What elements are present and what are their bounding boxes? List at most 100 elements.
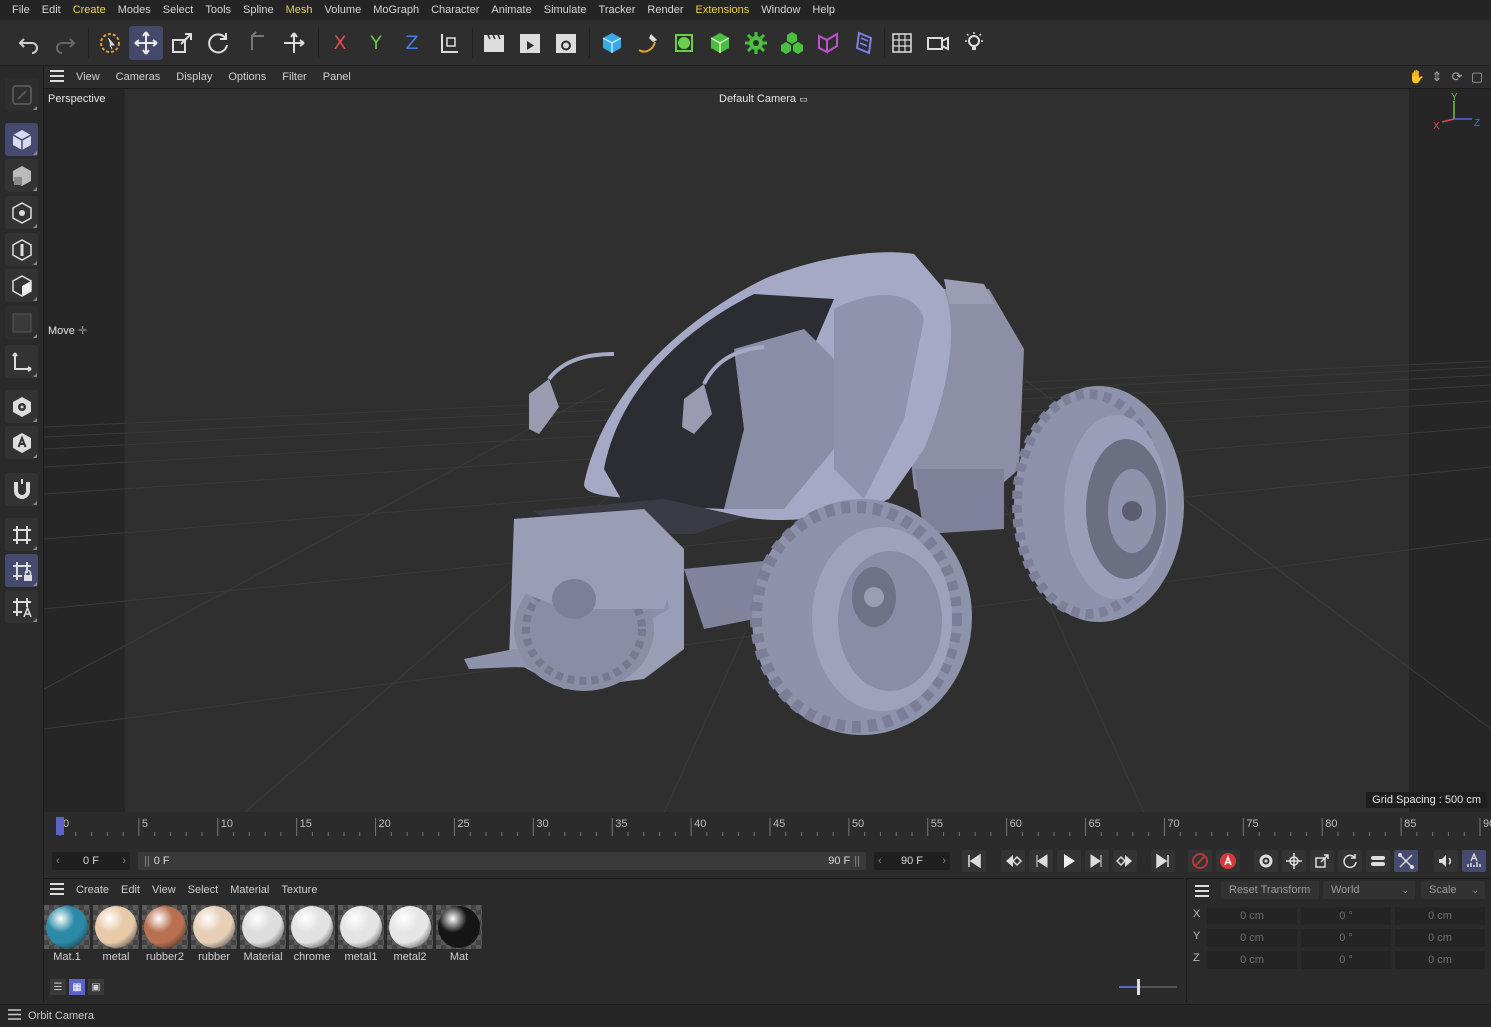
- large-view-icon[interactable]: ▣: [88, 979, 104, 995]
- dolly-arrows-icon[interactable]: ⇕: [1429, 69, 1445, 85]
- align-workplane-button[interactable]: [5, 590, 38, 623]
- material-menu-view[interactable]: View: [146, 884, 182, 896]
- rotate-tool-button[interactable]: [201, 26, 235, 60]
- record-rotation-button[interactable]: [1338, 850, 1362, 872]
- record-point-level-button[interactable]: [1394, 850, 1418, 872]
- menu-volume[interactable]: Volume: [319, 4, 368, 16]
- model-mode-button[interactable]: [5, 123, 38, 156]
- play-button[interactable]: [1057, 850, 1081, 872]
- menu-animate[interactable]: Animate: [485, 4, 537, 16]
- light-object-button[interactable]: [957, 26, 991, 60]
- preview-range-slider[interactable]: || 0 F 90 F ||: [138, 852, 866, 870]
- record-active-objects-button[interactable]: [1188, 850, 1212, 872]
- texture-mode-button[interactable]: [5, 159, 38, 192]
- record-parameter-button[interactable]: [1366, 850, 1390, 872]
- sound-button[interactable]: [1434, 850, 1458, 872]
- material-swatch[interactable]: Mat.1: [44, 905, 90, 963]
- coordinate-system-button[interactable]: [432, 26, 466, 60]
- list-view-icon[interactable]: ☰: [50, 979, 66, 995]
- max-frame-field[interactable]: ‹ 90 F ›: [874, 852, 950, 870]
- lock-x-axis-button[interactable]: X: [323, 26, 357, 60]
- workplane-button[interactable]: [5, 518, 38, 551]
- autokey-button[interactable]: [1216, 850, 1240, 872]
- menu-render[interactable]: Render: [641, 4, 689, 16]
- toggle-view-icon[interactable]: ▢: [1469, 69, 1485, 85]
- axis-mode-button[interactable]: [5, 345, 38, 378]
- animation-layer-button[interactable]: [1462, 850, 1486, 872]
- lock-workplane-button[interactable]: [5, 554, 38, 587]
- menu-create[interactable]: Create: [67, 4, 112, 16]
- next-frame-button[interactable]: [1085, 850, 1109, 872]
- extrude-generator-button[interactable]: [703, 26, 737, 60]
- orbit-icon[interactable]: ⟳: [1449, 69, 1465, 85]
- material-swatch[interactable]: Material: [240, 905, 286, 963]
- perspective-viewport[interactable]: Y Z X Perspective Default Camera ▭ Move …: [44, 88, 1491, 812]
- camera-object-button[interactable]: [921, 26, 955, 60]
- scale-z-field[interactable]: 0 cm: [1395, 951, 1485, 969]
- scale-y-field[interactable]: 0 cm: [1395, 929, 1485, 947]
- position-y-field[interactable]: 0 cm: [1207, 929, 1297, 947]
- menu-spline[interactable]: Spline: [237, 4, 280, 16]
- material-hamburger-icon[interactable]: [44, 882, 70, 898]
- menu-character[interactable]: Character: [425, 4, 485, 16]
- material-menu-texture[interactable]: Texture: [275, 884, 323, 896]
- coordinates-hamburger-icon[interactable]: [1195, 885, 1209, 900]
- position-z-field[interactable]: 0 cm: [1207, 951, 1297, 969]
- go-to-start-button[interactable]: [962, 850, 986, 872]
- live-selection-button[interactable]: [93, 26, 127, 60]
- viewport-menu-filter[interactable]: Filter: [274, 71, 314, 83]
- menu-select[interactable]: Select: [157, 4, 200, 16]
- transform-tool-button[interactable]: [277, 26, 311, 60]
- menu-file[interactable]: File: [6, 4, 36, 16]
- next-key-button[interactable]: [1113, 850, 1137, 872]
- reset-transform-button[interactable]: Reset Transform: [1221, 881, 1319, 899]
- record-position-button[interactable]: [1282, 850, 1306, 872]
- points-mode-button[interactable]: [5, 196, 38, 229]
- material-swatch[interactable]: chrome: [289, 905, 335, 963]
- viewport-menu-panel[interactable]: Panel: [315, 71, 359, 83]
- previous-frame-button[interactable]: [1029, 850, 1053, 872]
- material-swatch[interactable]: rubber2: [142, 905, 188, 963]
- floor-environment-button[interactable]: [885, 26, 919, 60]
- position-x-field[interactable]: 0 cm: [1207, 907, 1297, 925]
- material-menu-material[interactable]: Material: [224, 884, 275, 896]
- rotation-y-field[interactable]: 0 °: [1301, 929, 1391, 947]
- solo-mode-button[interactable]: [5, 390, 38, 423]
- timeline-ruler[interactable]: 051015202530354045505560657075808590: [44, 812, 1491, 846]
- menu-mograph[interactable]: MoGraph: [367, 4, 425, 16]
- slider-handle[interactable]: [1137, 979, 1140, 995]
- redo-button[interactable]: [48, 26, 82, 60]
- material-swatch[interactable]: metal: [93, 905, 139, 963]
- record-scale-button[interactable]: [1310, 850, 1334, 872]
- rotation-x-field[interactable]: 0 °: [1301, 907, 1391, 925]
- timeline-playhead[interactable]: [56, 817, 64, 835]
- material-menu-create[interactable]: Create: [70, 884, 115, 896]
- uv-mode-button[interactable]: [5, 306, 38, 339]
- viewport-menu-cameras[interactable]: Cameras: [108, 71, 169, 83]
- menu-mesh[interactable]: Mesh: [280, 4, 319, 16]
- lock-z-axis-button[interactable]: Z: [395, 26, 429, 60]
- keyframe-selection-button[interactable]: [1254, 850, 1278, 872]
- preview-size-slider[interactable]: [1119, 979, 1177, 995]
- cloner-button[interactable]: [739, 26, 773, 60]
- field-button[interactable]: [847, 26, 881, 60]
- go-to-end-button[interactable]: [1151, 850, 1175, 872]
- menu-simulate[interactable]: Simulate: [538, 4, 593, 16]
- current-frame-field[interactable]: ‹ 0 F ›: [52, 852, 130, 870]
- deformer-button[interactable]: [811, 26, 845, 60]
- grid-view-icon[interactable]: ▦: [69, 979, 85, 995]
- coordinate-space-select[interactable]: World ⌄: [1323, 881, 1415, 899]
- edges-mode-button[interactable]: [5, 233, 38, 266]
- pan-hand-icon[interactable]: ✋: [1409, 69, 1425, 85]
- material-swatch[interactable]: metal1: [338, 905, 384, 963]
- subdivision-surface-button[interactable]: [667, 26, 701, 60]
- viewport-menu-view[interactable]: View: [68, 71, 108, 83]
- material-menu-edit[interactable]: Edit: [115, 884, 146, 896]
- transform-mode-select[interactable]: Scale ⌄: [1421, 881, 1485, 899]
- viewport-menu-display[interactable]: Display: [168, 71, 220, 83]
- menu-modes[interactable]: Modes: [112, 4, 157, 16]
- animation-mode-button[interactable]: [5, 426, 38, 459]
- menu-window[interactable]: Window: [755, 4, 806, 16]
- polygons-mode-button[interactable]: [5, 269, 38, 302]
- lock-y-axis-button[interactable]: Y: [359, 26, 393, 60]
